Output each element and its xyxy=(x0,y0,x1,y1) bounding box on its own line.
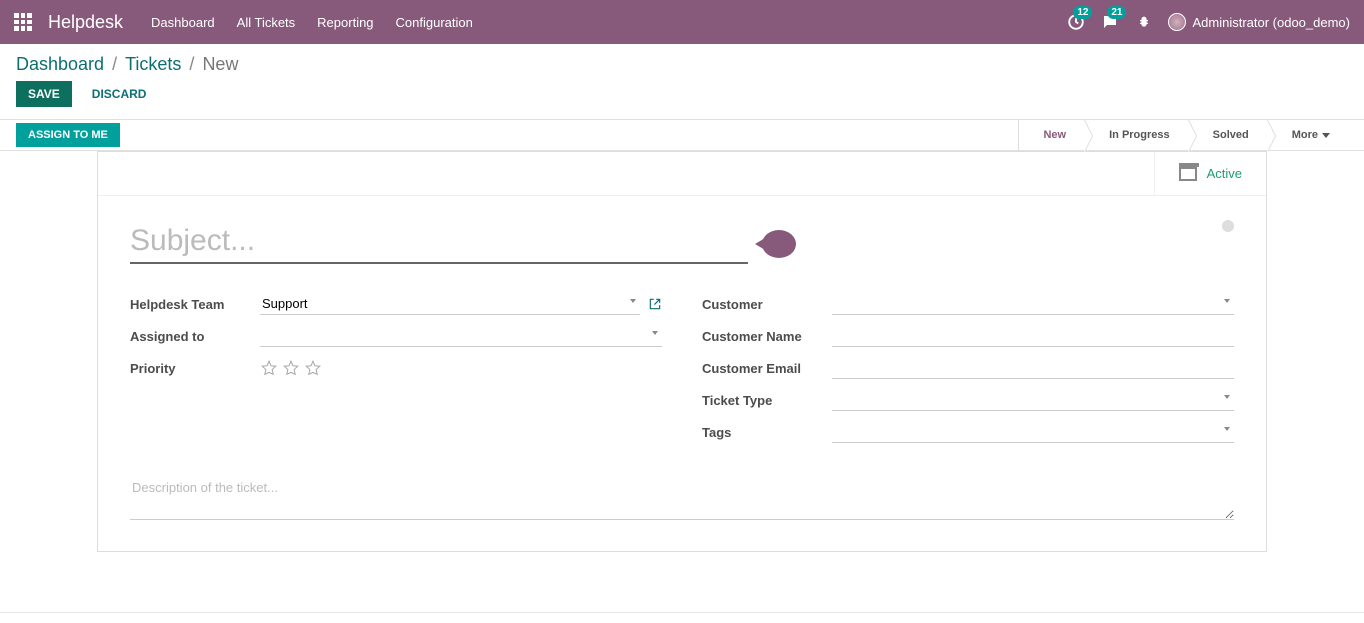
stage-in-progress[interactable]: In Progress xyxy=(1084,120,1188,150)
breadcrumb-tickets[interactable]: Tickets xyxy=(125,54,181,75)
user-menu[interactable]: Administrator (odoo_demo) xyxy=(1168,13,1350,31)
external-link-icon[interactable] xyxy=(648,297,662,311)
messages-count: 21 xyxy=(1107,6,1126,19)
priority-stars xyxy=(260,359,322,377)
bug-icon[interactable] xyxy=(1134,12,1154,32)
priority-label: Priority xyxy=(130,361,260,376)
nav-link-dashboard[interactable]: Dashboard xyxy=(151,15,215,30)
discard-button[interactable]: Discard xyxy=(86,86,153,102)
left-column: Helpdesk Team Assigned to xyxy=(130,292,662,452)
statusbar: Assign to me New In Progress Solved More xyxy=(0,119,1364,151)
speech-bubble-icon xyxy=(762,230,796,258)
nav-link-reporting[interactable]: Reporting xyxy=(317,15,373,30)
apps-icon[interactable] xyxy=(14,13,32,31)
customer-name-input[interactable] xyxy=(832,325,1234,347)
brand-title[interactable]: Helpdesk xyxy=(48,12,123,33)
subject-input[interactable] xyxy=(130,220,748,264)
breadcrumb-sep: / xyxy=(189,54,194,75)
description-textarea[interactable] xyxy=(130,476,1234,520)
nav-link-all-tickets[interactable]: All Tickets xyxy=(237,15,296,30)
activity-count: 12 xyxy=(1073,6,1092,19)
customer-email-label: Customer Email xyxy=(702,361,832,376)
breadcrumb-sep: / xyxy=(112,54,117,75)
user-label: Administrator (odoo_demo) xyxy=(1192,15,1350,30)
chevron-down-icon xyxy=(1322,133,1330,138)
stage-label: New xyxy=(1043,129,1066,141)
archive-icon xyxy=(1179,167,1197,181)
active-label: Active xyxy=(1207,166,1242,181)
stage-new[interactable]: New xyxy=(1018,120,1084,150)
save-button[interactable]: Save xyxy=(16,81,72,107)
customer-email-input[interactable] xyxy=(832,357,1234,379)
topnav: Helpdesk Dashboard All Tickets Reporting… xyxy=(0,0,1364,44)
active-toggle[interactable]: Active xyxy=(1154,152,1266,195)
form-sheet: Active Helpdesk Team xyxy=(97,151,1267,552)
customer-name-label: Customer Name xyxy=(702,329,832,344)
avatar-icon xyxy=(1168,13,1186,31)
tags-select[interactable] xyxy=(832,421,1234,443)
ticket-type-select[interactable] xyxy=(832,389,1234,411)
helpdesk-team-label: Helpdesk Team xyxy=(130,297,260,312)
stage-label: Solved xyxy=(1213,129,1249,141)
assign-to-me-button[interactable]: Assign to me xyxy=(16,123,120,147)
nav-links: Dashboard All Tickets Reporting Configur… xyxy=(151,15,473,30)
breadcrumb-current: New xyxy=(202,54,238,75)
ticket-type-label: Ticket Type xyxy=(702,393,832,408)
stage-label: In Progress xyxy=(1109,129,1170,141)
assigned-to-select[interactable] xyxy=(260,325,662,347)
activity-icon[interactable]: 12 xyxy=(1066,12,1086,32)
messages-icon[interactable]: 21 xyxy=(1100,12,1120,32)
footer-separator xyxy=(0,612,1364,613)
nav-link-configuration[interactable]: Configuration xyxy=(396,15,473,30)
breadcrumb-dashboard[interactable]: Dashboard xyxy=(16,54,104,75)
assigned-to-label: Assigned to xyxy=(130,329,260,344)
stage-label: More xyxy=(1292,129,1318,141)
right-column: Customer Customer Name Customer Ema xyxy=(702,292,1234,452)
kanban-state-dot[interactable] xyxy=(1222,220,1234,232)
breadcrumb: Dashboard / Tickets / New xyxy=(16,54,1348,75)
stage-more[interactable]: More xyxy=(1267,120,1348,150)
stage-solved[interactable]: Solved xyxy=(1188,120,1267,150)
customer-label: Customer xyxy=(702,297,832,312)
helpdesk-team-select[interactable] xyxy=(260,293,640,315)
star-3[interactable] xyxy=(304,359,322,377)
customer-select[interactable] xyxy=(832,293,1234,315)
stage-flow: New In Progress Solved More xyxy=(1018,120,1348,150)
star-2[interactable] xyxy=(282,359,300,377)
star-1[interactable] xyxy=(260,359,278,377)
tags-label: Tags xyxy=(702,425,832,440)
subhead: Dashboard / Tickets / New Save Discard xyxy=(0,44,1364,107)
